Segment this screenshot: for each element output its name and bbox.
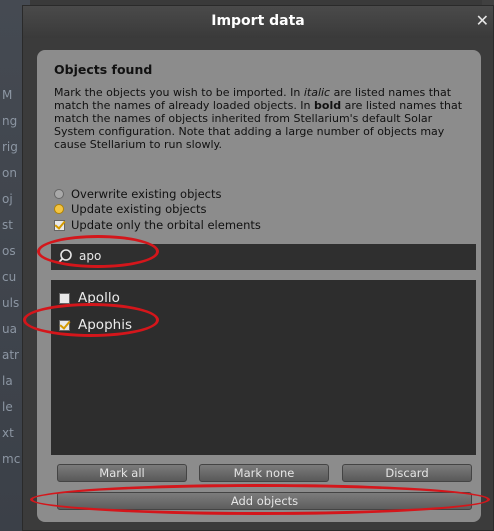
background-sidebar-text: oj: [2, 192, 13, 206]
background-sidebar-text: atr: [2, 348, 19, 362]
close-icon[interactable]: ✕: [476, 11, 489, 30]
update-radio[interactable]: Update existing objects: [54, 202, 207, 216]
background-sidebar-text: st: [2, 218, 13, 232]
search-input[interactable]: apo: [79, 249, 101, 263]
checkbox-icon[interactable]: [54, 219, 65, 231]
add-objects-button[interactable]: Add objects: [57, 492, 472, 510]
section-heading: Objects found: [54, 62, 153, 77]
background-sidebar-text: la: [2, 374, 13, 388]
background-sidebar-text: mc: [2, 452, 21, 466]
objects-found-panel: Objects found Mark the objects you wish …: [37, 50, 481, 522]
mark-none-button[interactable]: Mark none: [199, 464, 329, 482]
import-data-dialog: Import data ✕ Objects found Mark the obj…: [22, 5, 494, 531]
radio-icon[interactable]: [54, 204, 64, 214]
object-name: Apophis: [78, 317, 132, 333]
background-sidebar-text: ng: [2, 114, 18, 128]
section-description: Mark the objects you wish to be imported…: [54, 86, 463, 151]
list-item[interactable]: Apollo: [59, 290, 120, 306]
mark-all-button[interactable]: Mark all: [57, 464, 187, 482]
background-sidebar-text: os: [2, 244, 16, 258]
radio-icon[interactable]: [54, 189, 64, 199]
orbital-checkbox[interactable]: Update only the orbital elements: [54, 218, 261, 232]
objects-list[interactable]: Apollo Apophis: [51, 280, 476, 455]
background-sidebar-text: on: [2, 166, 17, 180]
screen: Mng rig on oj st os cu uls ua atr la le xt mc Import …: [0, 0, 494, 531]
background-sidebar-text: cu: [2, 270, 17, 284]
checkbox-icon[interactable]: [59, 319, 70, 331]
background-sidebar-text: xt: [2, 426, 14, 440]
checkbox-icon[interactable]: [59, 292, 70, 304]
overwrite-label: Overwrite existing objects: [71, 187, 222, 201]
search-icon: [57, 249, 72, 265]
background-sidebar-text: M: [2, 88, 13, 102]
title-bar[interactable]: Import data ✕: [23, 6, 493, 38]
overwrite-radio[interactable]: Overwrite existing objects: [54, 187, 221, 201]
object-name: Apollo: [78, 290, 120, 306]
update-label: Update existing objects: [71, 202, 207, 216]
list-item[interactable]: Apophis: [59, 317, 132, 333]
background-sidebar-text: uls: [2, 296, 20, 310]
background-sidebar-text: rig: [2, 140, 18, 154]
background-sidebar-text: ua: [2, 322, 17, 336]
search-field[interactable]: apo: [51, 244, 476, 270]
orbital-label: Update only the orbital elements: [71, 218, 261, 232]
dialog-title: Import data: [211, 13, 305, 29]
background-sidebar-text: le: [2, 400, 13, 414]
discard-button[interactable]: Discard: [342, 464, 472, 482]
